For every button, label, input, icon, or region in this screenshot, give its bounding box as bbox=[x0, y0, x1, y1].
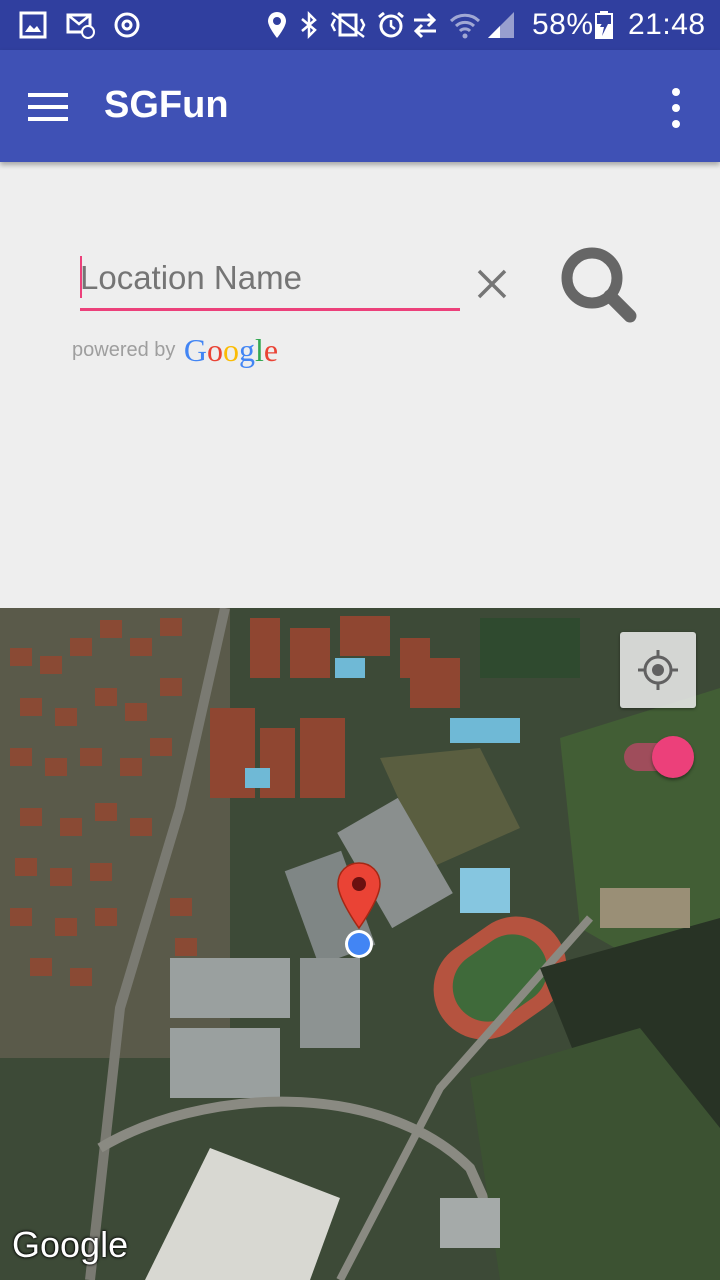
app-title: SGFun bbox=[104, 84, 229, 126]
app-bar: SGFun bbox=[0, 50, 720, 162]
google-logo: Google bbox=[183, 332, 279, 368]
wifi-icon bbox=[449, 13, 481, 39]
more-vert-icon[interactable] bbox=[660, 86, 692, 130]
clock: 21:48 bbox=[628, 8, 706, 41]
powered-by-text: powered by bbox=[72, 339, 176, 361]
location-icon bbox=[268, 12, 286, 38]
search-icon[interactable] bbox=[556, 244, 640, 324]
my-location-button[interactable] bbox=[620, 632, 696, 708]
battery-charging-icon bbox=[595, 11, 613, 39]
toggle-thumb bbox=[652, 736, 694, 778]
bluetooth-icon bbox=[301, 10, 317, 40]
close-icon[interactable] bbox=[470, 262, 514, 306]
location-search-field[interactable] bbox=[80, 248, 460, 311]
powered-by-google: powered by Google bbox=[72, 332, 278, 368]
map-toggle-switch[interactable] bbox=[622, 736, 694, 778]
my-location-icon bbox=[638, 650, 678, 690]
status-bar: 58% 21:48 bbox=[0, 0, 720, 50]
alarm-icon bbox=[378, 11, 404, 38]
sync-icon bbox=[114, 12, 140, 38]
signal-icon bbox=[488, 12, 514, 38]
current-location-dot-icon bbox=[345, 930, 373, 958]
satellite-imagery bbox=[0, 608, 720, 1280]
email-icon bbox=[66, 13, 95, 39]
google-watermark: Google bbox=[12, 1224, 129, 1265]
battery-percent: 58% bbox=[532, 8, 594, 41]
location-name-input[interactable] bbox=[80, 254, 450, 302]
hamburger-menu-icon[interactable] bbox=[20, 82, 76, 132]
gallery-icon bbox=[19, 11, 47, 39]
vibrate-icon bbox=[330, 12, 366, 38]
data-transfer-icon bbox=[413, 12, 437, 39]
map-view[interactable] bbox=[0, 608, 720, 1280]
